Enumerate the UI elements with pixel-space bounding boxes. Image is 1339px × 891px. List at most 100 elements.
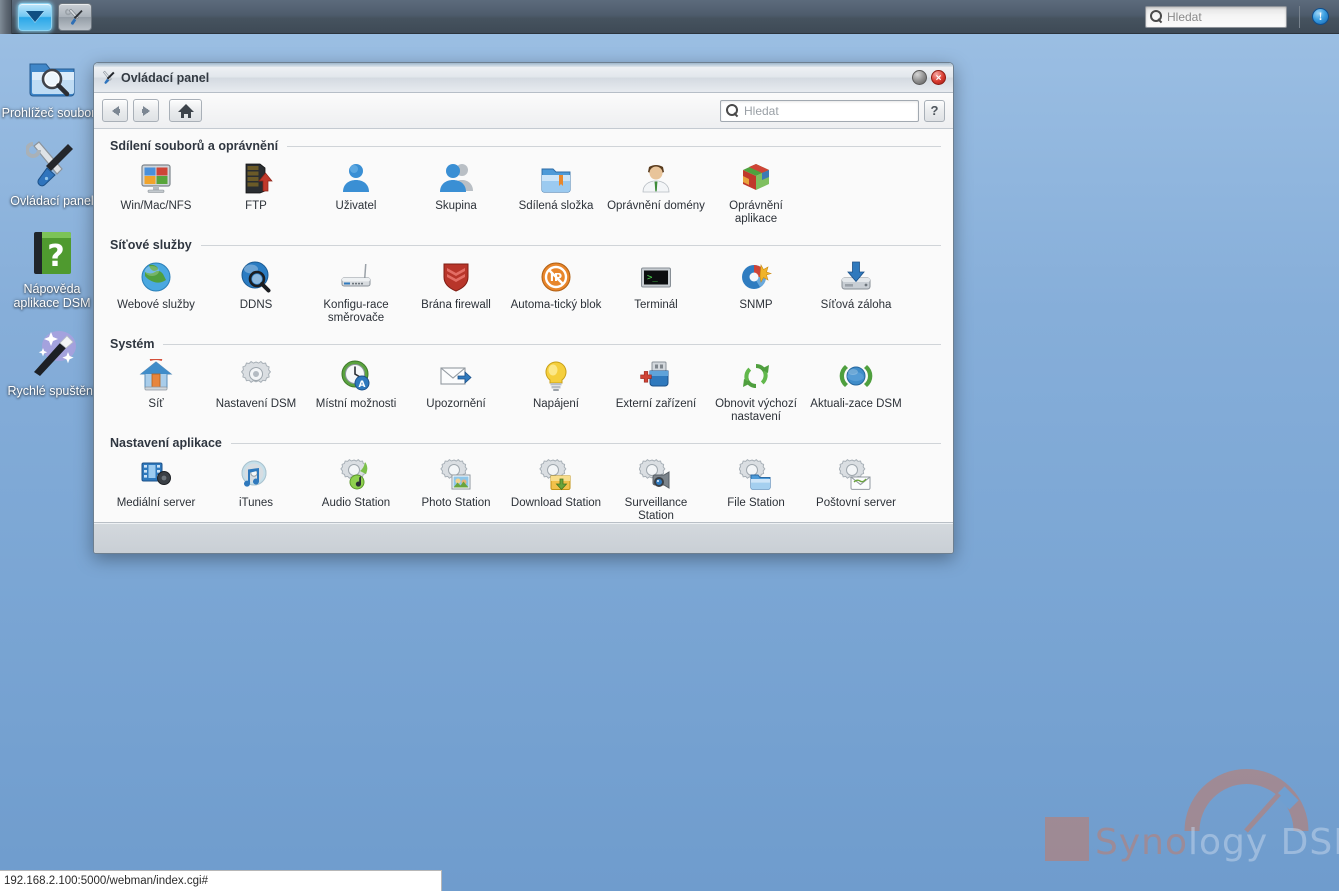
desktop-icon-file-browser[interactable]: Prohlížeč souborů <box>0 50 104 120</box>
search-icon <box>726 104 739 117</box>
cp-item-label: Automa-tický blok <box>510 299 602 311</box>
window-toolbar: Hledat ? <box>94 93 953 129</box>
cp-item-label: Konfigu-race směrovače <box>323 299 389 324</box>
ddns-magnifier-icon <box>239 260 273 294</box>
cp-item-label: Brána firewall <box>421 299 491 311</box>
forward-button[interactable] <box>133 99 159 122</box>
network-backup-icon <box>839 260 873 294</box>
cp-item-restore-defaults[interactable]: Obnovit výchozí nastavení <box>706 357 806 430</box>
cp-item-mail-server[interactable]: Poštovní server <box>806 456 906 522</box>
cp-item-notification[interactable]: Upozornění <box>406 357 506 430</box>
cp-item-photo-station[interactable]: Photo Station <box>406 456 506 522</box>
dsm-settings-gear-icon <box>239 359 273 393</box>
cp-item-audio-station[interactable]: Audio Station <box>306 456 406 522</box>
help-button[interactable]: ? <box>924 99 945 122</box>
control-panel-title-icon <box>101 70 116 85</box>
cp-item-shared-folder[interactable]: Sdílená složka <box>506 159 606 232</box>
taskbar-divider <box>1299 5 1300 28</box>
minimize-button[interactable] <box>912 70 927 85</box>
section-system: Systém Síť Nastavení DSM A Místní možnos… <box>106 333 941 430</box>
cp-item-application-privilege[interactable]: Oprávnění aplikace <box>706 159 806 232</box>
section-items: Mediální server iTunes Audio Station Pho… <box>106 452 941 522</box>
cp-item-download-station[interactable]: Download Station <box>506 456 606 522</box>
cp-item-network[interactable]: Síť <box>106 357 206 430</box>
main-menu-button[interactable] <box>18 2 52 31</box>
web-services-globe-icon <box>139 260 173 294</box>
cp-item-power[interactable]: Napájení <box>506 357 606 430</box>
cp-item-dsm-settings[interactable]: Nastavení DSM <box>206 357 306 430</box>
cp-item-group[interactable]: Skupina <box>406 159 506 232</box>
cp-item-ddns[interactable]: DDNS <box>206 258 306 331</box>
cp-item-terminal[interactable]: >_ Terminál <box>606 258 706 331</box>
control-panel-content: Sdílení souborů a oprávnění Win/Mac/NFS … <box>94 129 953 523</box>
window-search-input[interactable]: Hledat <box>720 99 919 122</box>
media-server-icon <box>139 458 173 492</box>
monitor-shares-icon <box>139 161 173 195</box>
section-application-settings: Nastavení aplikace Mediální server iTune… <box>106 432 941 522</box>
cp-item-media-server[interactable]: Mediální server <box>106 456 206 522</box>
file-browser-icon <box>26 50 78 102</box>
taskbar-control-panel-button[interactable] <box>58 2 92 31</box>
cp-item-label: Webové služby <box>117 299 195 311</box>
svg-text:IP: IP <box>550 271 562 284</box>
cp-item-regional-options[interactable]: A Místní možnosti <box>306 357 406 430</box>
cp-item-label: Oprávnění aplikace <box>729 200 783 225</box>
cp-item-web-services[interactable]: Webové služby <box>106 258 206 331</box>
browser-status-url: 192.168.2.100:5000/webman/index.cgi# <box>0 870 442 891</box>
cp-item-label: Síť <box>148 398 164 410</box>
section-rule <box>163 343 941 345</box>
cp-item-network-backup[interactable]: Síťová záloha <box>806 258 906 331</box>
arrow-right-icon <box>141 105 150 116</box>
back-button[interactable] <box>102 99 128 122</box>
taskbar-search-input[interactable]: Hledat <box>1145 5 1287 28</box>
window-titlebar[interactable]: Ovládací panel × <box>94 63 953 93</box>
desktop-icon-dsm-help[interactable]: ? Nápověda aplikace DSM <box>0 226 104 310</box>
notification-info-icon[interactable]: ! <box>1312 8 1329 25</box>
chevron-down-icon <box>26 11 44 22</box>
dsm-help-icon: ? <box>26 226 78 278</box>
status-url-text: 192.168.2.100:5000/webman/index.cgi# <box>4 875 208 887</box>
surveillance-station-icon <box>638 458 673 492</box>
file-station-icon <box>738 458 773 492</box>
regional-options-clock-icon: A <box>339 359 373 393</box>
cp-item-surveillance-station[interactable]: Surveillance Station <box>606 456 706 522</box>
cp-item-label: Poštovní server <box>816 497 896 509</box>
photo-station-icon <box>439 458 473 492</box>
cp-item-user[interactable]: Uživatel <box>306 159 406 232</box>
cp-item-file-station[interactable]: File Station <box>706 456 806 522</box>
desktop-icon-control-panel[interactable]: Ovládací panel <box>0 138 104 208</box>
window-statusbar <box>94 523 953 553</box>
home-button[interactable] <box>169 99 202 122</box>
router-configuration-icon <box>339 260 373 294</box>
cp-item-router-configuration[interactable]: Konfigu-race směrovače <box>306 258 406 331</box>
cp-item-win-mac-nfs[interactable]: Win/Mac/NFS <box>106 159 206 232</box>
cp-item-label: Aktuali-zace DSM <box>810 398 902 410</box>
cp-item-auto-block[interactable]: IP Automa-tický blok <box>506 258 606 331</box>
svg-text:A: A <box>359 380 366 390</box>
auto-block-icon: IP <box>539 260 573 294</box>
cp-item-domain-permission[interactable]: Oprávnění domény <box>606 159 706 232</box>
control-panel-window: Ovládací panel × Hledat ? Sdílení soubor… <box>93 62 954 554</box>
cp-item-itunes[interactable]: iTunes <box>206 456 306 522</box>
cp-item-label: Nastavení DSM <box>215 398 297 410</box>
dsm-update-icon <box>839 359 873 393</box>
cp-item-label: Win/Mac/NFS <box>120 200 192 212</box>
mail-server-icon <box>838 458 873 492</box>
cp-item-label: Obnovit výchozí nastavení <box>715 398 797 423</box>
close-button[interactable]: × <box>931 70 946 85</box>
cp-item-label: Externí zařízení <box>615 398 697 410</box>
cp-item-ftp[interactable]: FTP <box>206 159 306 232</box>
power-bulb-icon <box>539 359 573 393</box>
quick-start-icon <box>26 328 78 380</box>
window-search-placeholder: Hledat <box>744 103 779 118</box>
cp-item-snmp[interactable]: SNMP <box>706 258 806 331</box>
cp-item-firewall[interactable]: Brána firewall <box>406 258 506 331</box>
desktop-icon-quick-start[interactable]: Rychlé spuštění <box>0 328 104 398</box>
itunes-icon <box>239 458 273 492</box>
download-station-icon <box>539 458 573 492</box>
cp-item-dsm-update[interactable]: Aktuali-zace DSM <box>806 357 906 430</box>
cp-item-external-devices[interactable]: Externí zařízení <box>606 357 706 430</box>
home-icon <box>177 103 194 118</box>
cp-item-label: Oprávnění domény <box>607 200 705 212</box>
section-rule <box>200 244 941 246</box>
